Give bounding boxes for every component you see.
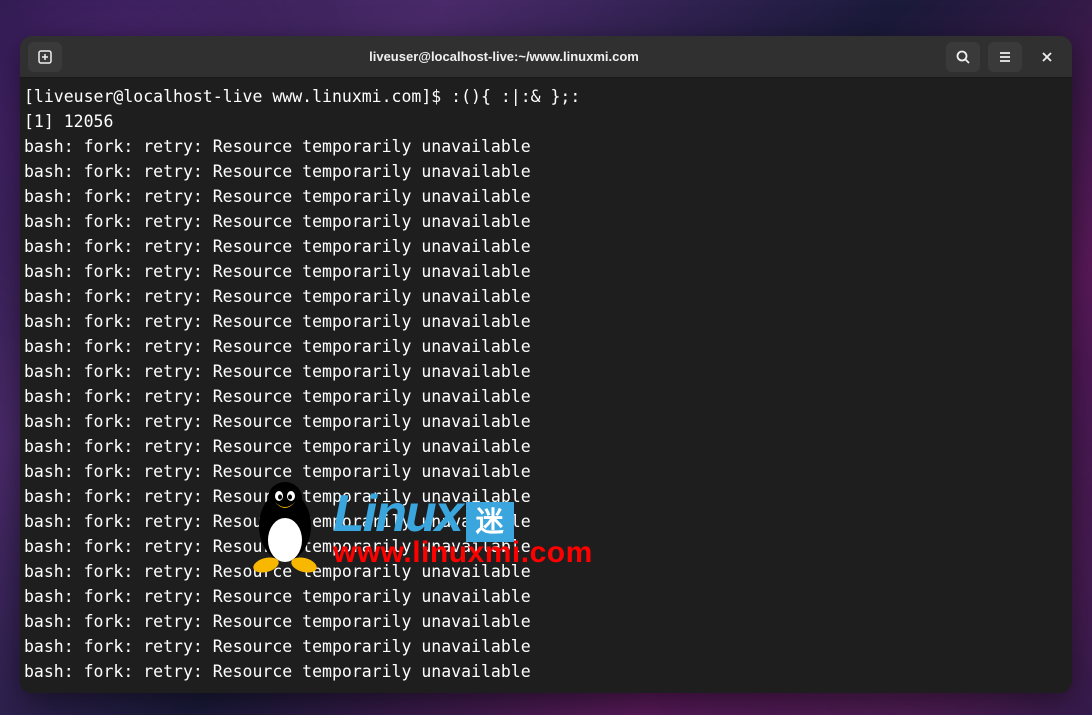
terminal-line: bash: fork: retry: Resource temporarily … bbox=[24, 584, 1066, 609]
terminal-line: bash: fork: retry: Resource temporarily … bbox=[24, 534, 1066, 559]
window-titlebar: liveuser@localhost-live:~/www.linuxmi.co… bbox=[20, 36, 1072, 78]
terminal-line: bash: fork: retry: Resource temporarily … bbox=[24, 509, 1066, 534]
terminal-line: [liveuser@localhost-live www.linuxmi.com… bbox=[24, 84, 1066, 109]
search-button[interactable] bbox=[946, 42, 980, 72]
menu-button[interactable] bbox=[988, 42, 1022, 72]
terminal-line: bash: fork: retry: Resource temporarily … bbox=[24, 484, 1066, 509]
terminal-line: [1] 12056 bbox=[24, 109, 1066, 134]
terminal-line: bash: fork: retry: Resource temporarily … bbox=[24, 234, 1066, 259]
terminal-output[interactable]: [liveuser@localhost-live www.linuxmi.com… bbox=[20, 78, 1072, 693]
terminal-line: bash: fork: retry: Resource temporarily … bbox=[24, 659, 1066, 684]
terminal-line: bash: fork: retry: Resource temporarily … bbox=[24, 334, 1066, 359]
close-icon bbox=[1040, 50, 1054, 64]
hamburger-icon bbox=[997, 49, 1013, 65]
terminal-line: bash: fork: retry: Resource temporarily … bbox=[24, 209, 1066, 234]
terminal-line: bash: fork: retry: Resource temporarily … bbox=[24, 309, 1066, 334]
plus-box-icon bbox=[37, 49, 53, 65]
terminal-line: bash: fork: retry: Resource temporarily … bbox=[24, 384, 1066, 409]
window-title: liveuser@localhost-live:~/www.linuxmi.co… bbox=[62, 49, 946, 64]
terminal-line: bash: fork: retry: Resource temporarily … bbox=[24, 409, 1066, 434]
terminal-line: bash: fork: retry: Resource temporarily … bbox=[24, 134, 1066, 159]
terminal-line: bash: fork: retry: Resource temporarily … bbox=[24, 184, 1066, 209]
search-icon bbox=[955, 49, 971, 65]
terminal-line: bash: fork: retry: Resource temporarily … bbox=[24, 559, 1066, 584]
terminal-line: bash: fork: retry: Resource temporarily … bbox=[24, 259, 1066, 284]
terminal-window: liveuser@localhost-live:~/www.linuxmi.co… bbox=[20, 36, 1072, 693]
terminal-line: bash: fork: retry: Resource temporarily … bbox=[24, 359, 1066, 384]
terminal-line: bash: fork: retry: Resource temporarily … bbox=[24, 284, 1066, 309]
terminal-line: bash: fork: retry: Resource temporarily … bbox=[24, 159, 1066, 184]
new-tab-button[interactable] bbox=[28, 42, 62, 72]
terminal-line: bash: fork: retry: Resource temporarily … bbox=[24, 609, 1066, 634]
close-button[interactable] bbox=[1030, 42, 1064, 72]
terminal-line: bash: fork: retry: Resource temporarily … bbox=[24, 434, 1066, 459]
terminal-line: bash: fork: retry: Resource temporarily … bbox=[24, 459, 1066, 484]
terminal-line: bash: fork: retry: Resource temporarily … bbox=[24, 634, 1066, 659]
